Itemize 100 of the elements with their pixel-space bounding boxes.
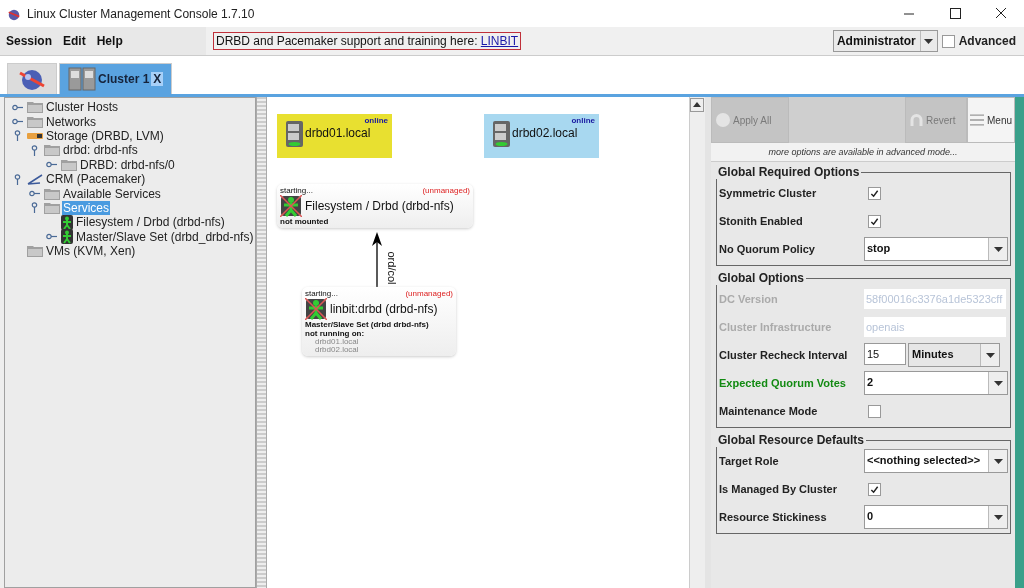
menu-icon	[970, 113, 984, 127]
option-checkbox[interactable]	[868, 482, 881, 496]
linbit-link[interactable]: LINBIT	[480, 34, 519, 48]
dropdown-icon	[993, 380, 1003, 386]
expanded-icon[interactable]	[13, 173, 21, 185]
dropdown-icon	[993, 246, 1003, 252]
service-detail: drbd02.local	[314, 346, 360, 354]
option-label: Target Role	[719, 455, 780, 467]
tree-item[interactable]: drbd: drbd-nfs	[62, 143, 139, 158]
folder-icon	[44, 144, 60, 157]
option-label: Resource Stickiness	[719, 511, 828, 523]
collapsed-icon[interactable]	[11, 103, 23, 111]
menu-button[interactable]: Menu	[967, 97, 1015, 143]
expanded-icon[interactable]	[30, 144, 38, 156]
folder-icon	[44, 187, 60, 200]
collapsed-icon[interactable]	[45, 161, 57, 169]
option-checkbox[interactable]	[868, 186, 881, 200]
option-label: Stonith Enabled	[719, 215, 804, 227]
interval-input[interactable]: 15	[864, 343, 906, 365]
service-state: starting...	[280, 186, 313, 195]
dropdown-icon	[993, 514, 1003, 520]
person-icon	[61, 229, 73, 245]
option-label: Symmetric Cluster	[719, 187, 818, 199]
dropdown-icon	[993, 458, 1003, 464]
apply-icon	[716, 113, 730, 127]
advanced-label: Advanced	[958, 34, 1016, 48]
folder-icon	[27, 115, 43, 128]
server-icon	[286, 121, 303, 147]
service-state: starting...	[305, 289, 338, 298]
tree-item[interactable]: Master/Slave Set (drbd_drbd-nfs)	[75, 229, 255, 244]
splitter-handle[interactable]	[256, 97, 266, 588]
managed-status: (unmanaged)	[405, 289, 453, 298]
option-label: Maintenance Mode	[719, 405, 819, 417]
host-status: online	[364, 116, 388, 125]
unit-select[interactable]: Minutes	[908, 343, 1000, 367]
tree-item[interactable]: Networks	[45, 114, 97, 129]
host-status: online	[571, 116, 595, 125]
menu-item[interactable]: Edit	[63, 34, 86, 48]
tree-item[interactable]: DRBD: drbd-nfs/0	[79, 157, 176, 172]
servers-icon	[68, 66, 96, 92]
option-label: Cluster Infrastructure	[719, 321, 833, 333]
tree-item[interactable]: VMs (KVM, Xen)	[45, 244, 137, 259]
window-title: Linux Cluster Management Console 1.7.10	[27, 6, 256, 21]
option-checkbox[interactable]	[868, 404, 881, 418]
tree-item[interactable]: CRM (Pacemaker)	[45, 172, 147, 187]
menu-item[interactable]: Session	[6, 34, 53, 48]
cluster-tab[interactable]: Cluster 1 X	[59, 63, 173, 94]
service-detail: not running on:	[305, 329, 366, 338]
host-node[interactable]: online drbd01.local	[277, 114, 392, 158]
advanced-checkbox[interactable]	[941, 34, 955, 48]
menu-item[interactable]: Help	[96, 34, 123, 48]
user-select[interactable]: Administrator	[832, 30, 938, 52]
folder-icon	[44, 201, 60, 214]
group-title: Global Required Options	[717, 165, 861, 179]
group-title: Global Options	[717, 271, 805, 285]
revert-icon	[910, 113, 923, 127]
home-tab[interactable]	[7, 63, 57, 94]
crm-icon	[27, 173, 43, 186]
expanded-icon[interactable]	[13, 130, 21, 142]
scroll-up-icon[interactable]	[690, 98, 704, 112]
host-name: drbd01.local	[305, 126, 371, 140]
expanded-icon[interactable]	[30, 202, 38, 214]
dependency-arrow	[372, 231, 382, 287]
tree-item[interactable]: Storage (DRBD, LVM)	[45, 128, 165, 143]
option-checkbox[interactable]	[868, 214, 881, 228]
tree-item[interactable]: Filesystem / Drbd (drbd-nfs)	[75, 215, 226, 230]
host-node[interactable]: online drbd02.local	[484, 114, 599, 158]
folder-icon	[61, 158, 77, 171]
service-name: linbit:drbd (drbd-nfs)	[330, 302, 438, 316]
folder-icon	[27, 101, 43, 114]
service-detail: drbd01.local	[314, 338, 360, 346]
service-node[interactable]: starting... (unmanaged) linbit:drbd (drbd-nfs) Master/Slave Set (drbd drbd-nfs) not running on: drbd01.local drbd02.local	[302, 287, 456, 356]
banner-message: DRBD and Pacemaker support and training here: LINBIT	[213, 32, 522, 50]
dropdown-icon	[985, 352, 995, 358]
close-tab-button[interactable]: X	[151, 72, 164, 86]
dropdown-icon	[924, 38, 934, 44]
service-detail: not mounted	[280, 217, 330, 226]
option-select[interactable]: 2	[864, 371, 1008, 395]
option-label: DC Version	[719, 293, 779, 305]
folder-icon	[27, 245, 43, 258]
advanced-mode-hint: more options are available in advanced mode...	[711, 143, 1015, 162]
collapsed-icon[interactable]	[11, 118, 23, 126]
service-name: Filesystem / Drbd (drbd-nfs)	[305, 199, 454, 213]
collapsed-icon[interactable]	[45, 233, 57, 241]
stopped-person-icon	[280, 195, 302, 217]
service-node[interactable]: starting... (unmanaged) Filesystem / Drbd (drbd-nfs) not mounted	[277, 184, 473, 228]
drbd-logo-icon	[27, 132, 43, 139]
collapsed-icon[interactable]	[28, 190, 40, 198]
option-label: No Quorum Policy	[719, 243, 816, 255]
option-select[interactable]: <<nothing selected>>	[864, 449, 1008, 473]
tree-item[interactable]: Cluster Hosts	[45, 100, 120, 115]
option-label: Expected Quorum Votes	[719, 377, 847, 389]
server-icon	[493, 121, 510, 147]
option-label: Cluster Recheck Interval	[719, 349, 849, 361]
option-select[interactable]: stop	[864, 237, 1008, 261]
edge-label: ord/col	[385, 251, 398, 285]
option-select[interactable]: 0	[864, 505, 1008, 529]
tree-item[interactable]: Available Services	[62, 186, 162, 201]
host-name: drbd02.local	[512, 126, 578, 140]
option-label: Is Managed By Cluster	[719, 483, 838, 495]
